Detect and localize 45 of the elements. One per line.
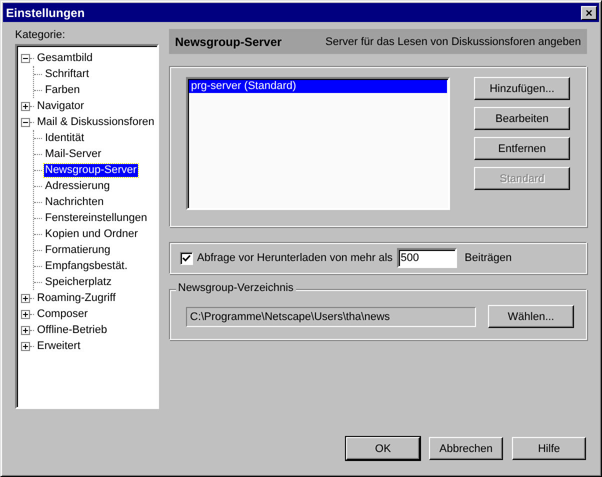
group-legend: Newsgroup-Verzeichnis: [176, 282, 296, 294]
message-count-field[interactable]: 500: [396, 248, 457, 268]
expand-icon[interactable]: [21, 294, 30, 302]
close-button[interactable]: ×: [581, 6, 597, 20]
page-description: Server für das Lesen von Diskussionsforen angeben: [325, 36, 581, 48]
tree-item[interactable]: Formatierung: [44, 244, 112, 256]
tree-item[interactable]: Speicherplatz: [44, 276, 113, 288]
prompt-checkbox[interactable]: [180, 252, 193, 264]
dialog-button[interactable]: Hilfe: [512, 437, 586, 460]
tree-item[interactable]: Mail-Server: [44, 148, 102, 160]
dialog-button[interactable]: Abbrechen: [429, 437, 503, 460]
category-label: Kategorie:: [15, 29, 66, 41]
prompt-suffix: Beiträgen: [464, 252, 512, 264]
prompt-label: Abfrage vor Herunterladen von mehr als: [197, 252, 393, 264]
page-title: Newsgroup-Server: [175, 34, 282, 48]
tree-item[interactable]: Adressierung: [44, 180, 111, 192]
server-item[interactable]: prg-server (Standard): [189, 80, 447, 93]
tree-item[interactable]: Empfangsbestät.: [44, 260, 129, 272]
expand-icon[interactable]: [21, 102, 30, 110]
tree-item[interactable]: Offline-Betrieb: [36, 324, 108, 336]
tree-item[interactable]: Mail & Diskussionsforen: [36, 116, 156, 128]
tree-item[interactable]: Gesamtbild: [36, 52, 94, 64]
tree-item[interactable]: Nachrichten: [44, 196, 105, 208]
collapse-icon[interactable]: [21, 54, 30, 62]
window-title: Einstellungen: [6, 6, 85, 20]
choose-button[interactable]: Wählen...: [488, 305, 574, 328]
directory-path-field[interactable]: C:\Programme\Netscape\Users\tha\news: [186, 306, 476, 326]
tree-item[interactable]: Kopien und Ordner: [44, 228, 139, 240]
expand-icon[interactable]: [21, 310, 30, 318]
tree-item[interactable]: Roaming-Zugriff: [36, 292, 117, 304]
expand-icon[interactable]: [21, 342, 30, 350]
tree-item[interactable]: Farben: [44, 84, 81, 96]
dialog-button[interactable]: OK: [346, 437, 420, 460]
server-action-button[interactable]: Hinzufügen...: [474, 77, 570, 100]
tree-item[interactable]: Identität: [44, 132, 86, 144]
server-action-button[interactable]: Bearbeiten: [474, 107, 570, 130]
tree-item[interactable]: Erweitert: [36, 340, 82, 352]
tree-item[interactable]: Navigator: [36, 100, 86, 112]
tree-item[interactable]: Composer: [36, 308, 89, 320]
server-action-button[interactable]: Entfernen: [474, 137, 570, 160]
collapse-icon[interactable]: [21, 118, 30, 126]
tree-item[interactable]: Schriftart: [44, 68, 90, 80]
tree-item[interactable]: Fenstereinstellungen: [44, 212, 148, 224]
tree-item[interactable]: Newsgroup-Server: [44, 164, 138, 176]
expand-icon[interactable]: [21, 326, 30, 334]
